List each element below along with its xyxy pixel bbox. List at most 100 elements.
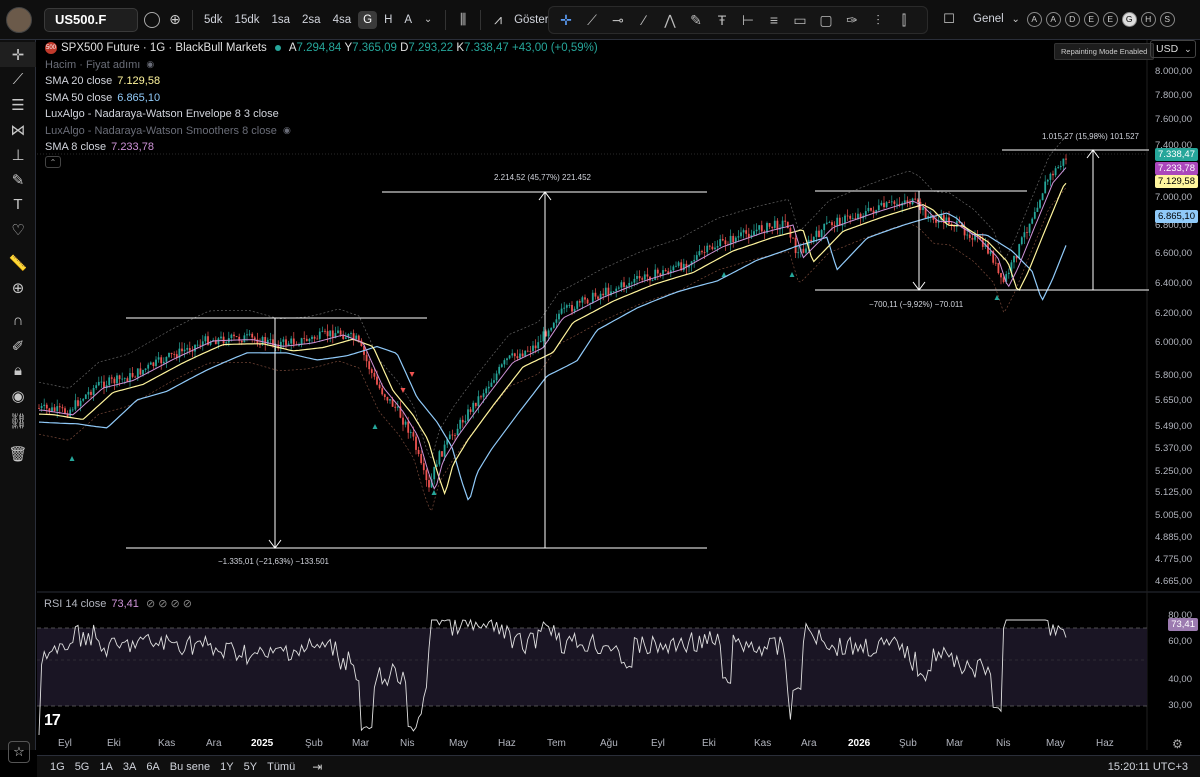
chevron-down-icon[interactable]: ⌄ — [417, 9, 439, 31]
layout-letter-1[interactable]: A — [1045, 11, 1061, 27]
bars-pattern-icon[interactable]: ⫶ — [865, 9, 891, 31]
interval-2[interactable]: 1sa — [266, 11, 295, 29]
hidden-eye-icon[interactable]: ◉ — [146, 59, 154, 70]
layout-letter-6[interactable]: H — [1140, 11, 1156, 27]
candle-body — [781, 220, 784, 228]
avatar[interactable] — [6, 6, 32, 33]
price-axis-label: 8.000,00 — [1155, 66, 1192, 77]
rsi-title[interactable]: RSI 14 close — [44, 598, 106, 610]
lock-icon[interactable]: 🔒︎ — [0, 358, 36, 383]
range-button-1[interactable]: 5G — [70, 759, 95, 775]
interval-5[interactable]: G — [358, 10, 378, 29]
collapse-legend-icon[interactable]: ⌃ — [45, 156, 61, 168]
measurement-label[interactable]: 1.015,27 (15,98%) 101.527 — [1042, 132, 1139, 141]
brush-icon[interactable]: ✎ — [683, 9, 709, 31]
range-button-2[interactable]: 1A — [94, 759, 117, 775]
candle-body — [368, 361, 371, 370]
add-symbol-icon[interactable]: ⊕ — [164, 9, 186, 31]
settings-icon[interactable]: ⚙ — [1172, 737, 1183, 751]
eye-icon[interactable]: ◉ — [0, 383, 36, 408]
chevron-down-icon[interactable]: ⌄ — [1009, 8, 1023, 30]
indicator-row[interactable]: SMA 50 close 6.865,10 — [45, 90, 598, 107]
interval-6[interactable]: H — [379, 11, 397, 29]
range-button-7[interactable]: 5Y — [239, 759, 262, 775]
layout-square-icon[interactable]: ☐ — [938, 8, 960, 30]
watchlist-star-icon[interactable]: ☆ — [8, 741, 30, 763]
indicator-row[interactable]: LuxAlgo - Nadaraya-Watson Envelope 8 3 c… — [45, 106, 598, 123]
calendar-range-icon[interactable]: ⇥ — [306, 756, 328, 777]
candle-body — [695, 255, 698, 260]
interval-7[interactable]: A — [399, 11, 417, 29]
path-icon[interactable]: ⋀ — [657, 9, 683, 31]
text-icon[interactable]: Ŧ — [709, 9, 735, 31]
horizontal-ray-icon[interactable]: ⊸ — [605, 9, 631, 31]
magnet-icon[interactable]: ∩ — [0, 308, 36, 333]
cursor-crosshair-icon[interactable]: ✛ — [0, 42, 36, 67]
indicator-row[interactable]: Hacim · Fiyat adımı ◉ — [45, 57, 598, 74]
callout-icon[interactable]: ▢ — [813, 9, 839, 31]
candles-icon[interactable]: ⫼ — [452, 9, 474, 31]
ruler-icon[interactable]: 📏 — [0, 250, 36, 275]
lock-draw-icon[interactable]: ✐ — [0, 333, 36, 358]
candle-body — [810, 239, 813, 242]
layout-name[interactable]: Genel — [968, 10, 1009, 28]
clock[interactable]: 15:20:11 UTC+3 — [1108, 761, 1188, 773]
fib-tool-icon[interactable]: ☰ — [0, 92, 36, 117]
left-toolbar: ✛ ⟋ ☰ ⋈ ⊥ ✎ T ♡ 📏 ⊕ ∩ ✐ 🔒︎ ◉ ⛓ 🗑︎ — [0, 40, 36, 750]
layout-letter-3[interactable]: E — [1083, 11, 1099, 27]
time-axis-label: Ara — [801, 738, 817, 749]
candle-body — [282, 339, 285, 342]
indicators-icon[interactable]: ⩘ — [487, 9, 509, 31]
measurement-label[interactable]: −1.335,01 (−21,63%) −133.501 — [218, 557, 329, 566]
crosshair-icon[interactable]: ✛ — [553, 9, 579, 31]
interval-1[interactable]: 15dk — [230, 11, 265, 29]
candle-body — [1039, 200, 1041, 208]
symbol-search[interactable]: US500.F — [44, 7, 138, 32]
layout-letter-5[interactable]: G — [1121, 11, 1137, 27]
brush-tool-icon[interactable]: ✎ — [0, 167, 36, 192]
range-button-3[interactable]: 3A — [118, 759, 141, 775]
chart-area[interactable]: 500 SPX500 Future · 1G · BlackBull Marke… — [37, 40, 1200, 750]
interval-group: 5dk 15dk 1sa 2sa 4sa G H A — [199, 10, 417, 29]
zoom-icon[interactable]: ⊕ — [0, 275, 36, 300]
candle-body — [994, 262, 997, 264]
range-button-4[interactable]: 6A — [141, 759, 164, 775]
layout-letter-2[interactable]: D — [1064, 11, 1080, 27]
heart-icon[interactable]: ♡ — [0, 217, 36, 242]
pattern-tool-icon[interactable]: ⋈ — [0, 117, 36, 142]
legend-title[interactable]: SPX500 Future · 1G · BlackBull Markets — [61, 42, 267, 54]
text-tool-icon[interactable]: T — [0, 192, 36, 217]
indicator-row[interactable]: SMA 20 close 7.129,58 — [45, 73, 598, 90]
measurement-label[interactable]: −700,11 (−9,92%) −70.011 — [869, 300, 963, 309]
trend-line-tool-icon[interactable]: ⟋ — [0, 67, 36, 92]
interval-3[interactable]: 2sa — [297, 11, 326, 29]
hidden-eye-icon[interactable]: ◉ — [283, 125, 291, 136]
link-icon[interactable]: ⛓ — [0, 408, 36, 433]
measure-icon[interactable]: ⊢ — [735, 9, 761, 31]
layout-letter-0[interactable]: A — [1026, 11, 1042, 27]
trash-icon[interactable]: 🗑︎ — [0, 441, 36, 466]
layout-letter-7[interactable]: S — [1159, 11, 1175, 27]
rectangle-icon[interactable]: ▭ — [787, 9, 813, 31]
fib-icon[interactable]: ≡ — [761, 9, 787, 31]
currency-select[interactable]: USD ⌄ — [1150, 40, 1196, 58]
range-button-5[interactable]: Bu sene — [165, 759, 215, 775]
interval-0[interactable]: 5dk — [199, 11, 228, 29]
candle-body — [721, 239, 724, 241]
candle-body — [654, 269, 657, 281]
ray-icon[interactable]: ∕ — [631, 9, 657, 31]
indicator-row[interactable]: SMA 8 close 7.233,78 — [45, 139, 598, 156]
compare-icon[interactable] — [144, 11, 160, 28]
range-button-6[interactable]: 1Y — [215, 759, 238, 775]
pen-icon[interactable]: ✑ — [839, 9, 865, 31]
range-button-8[interactable]: Tümü — [262, 759, 300, 775]
layout-letter-4[interactable]: E — [1102, 11, 1118, 27]
measure-tool-icon[interactable]: ⊥ — [0, 142, 36, 167]
trend-line-icon[interactable]: ⟋ — [579, 9, 605, 31]
price-range-icon[interactable]: ⫿ — [891, 9, 917, 31]
range-button-0[interactable]: 1G — [45, 759, 70, 775]
candle-body — [968, 234, 971, 238]
interval-4[interactable]: 4sa — [328, 11, 357, 29]
measurement-label[interactable]: 2.214,52 (45,77%) 221.452 — [494, 173, 591, 182]
indicator-row[interactable]: LuxAlgo - Nadaraya-Watson Smoothers 8 cl… — [45, 123, 598, 140]
